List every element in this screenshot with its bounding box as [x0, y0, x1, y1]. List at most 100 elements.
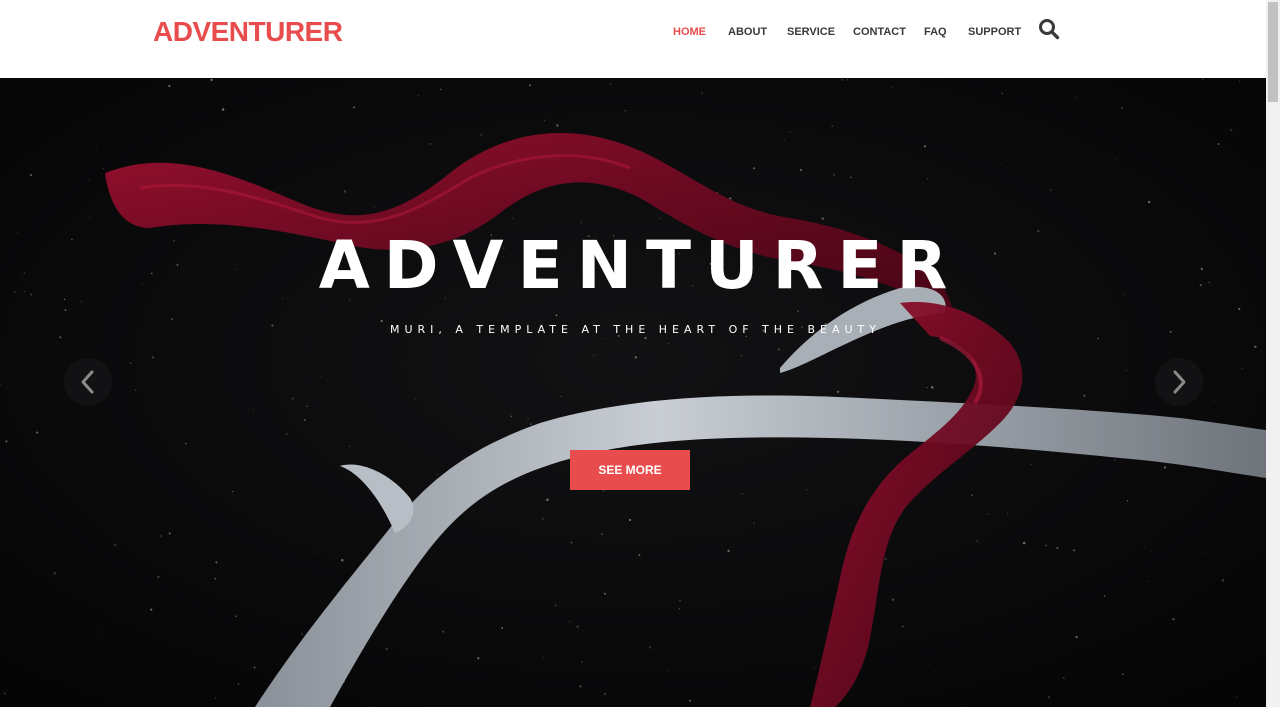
star-speck	[1146, 581, 1148, 583]
nav-item-contact[interactable]: CONTACT	[853, 24, 906, 40]
hero-background-image	[0, 78, 1266, 707]
nav-item-home[interactable]: HOME	[673, 24, 706, 40]
star-speck	[221, 108, 225, 111]
star-speck	[1217, 143, 1220, 145]
star-speck	[157, 575, 160, 579]
star-speck	[1125, 369, 1127, 372]
star-speck	[849, 176, 852, 179]
star-speck	[301, 633, 303, 635]
star-speck	[541, 517, 544, 520]
star-speck	[1126, 499, 1129, 502]
star-speck	[1121, 106, 1123, 109]
star-speck	[501, 626, 504, 630]
nav-item-support[interactable]: SUPPORT	[968, 24, 1021, 40]
search-button[interactable]	[1038, 18, 1060, 40]
star-speck	[184, 442, 187, 445]
star-speck	[701, 92, 703, 94]
star-speck	[987, 513, 989, 515]
star-speck	[678, 599, 682, 602]
star-speck	[570, 542, 573, 544]
star-speck	[560, 396, 562, 397]
star-speck	[604, 338, 606, 340]
star-speck	[752, 522, 755, 525]
star-speck	[689, 699, 692, 702]
star-speck	[528, 84, 531, 87]
star-speck	[797, 310, 799, 312]
star-speck	[214, 697, 217, 699]
star-speck	[373, 206, 375, 208]
star-speck	[1083, 394, 1086, 397]
star-speck	[634, 356, 637, 359]
nav-item-faq[interactable]: FAQ	[924, 24, 947, 40]
star-speck	[1229, 129, 1233, 132]
star-speck	[668, 670, 670, 672]
star-speck	[648, 645, 652, 649]
star-speck	[235, 615, 238, 618]
star-speck	[97, 631, 99, 633]
star-speck	[150, 608, 153, 611]
star-speck	[1056, 546, 1059, 550]
chevron-left-icon	[81, 370, 94, 394]
star-speck	[604, 592, 606, 595]
star-speck	[510, 415, 512, 418]
star-speck	[1236, 696, 1238, 698]
star-speck	[210, 78, 213, 82]
star-speck	[624, 110, 627, 112]
star-speck	[1233, 189, 1235, 191]
star-speck	[1114, 459, 1116, 461]
site-header: ADVENTURER HOME ABOUT SERVICE CONTACT FA…	[0, 0, 1266, 78]
star-speck	[253, 666, 256, 669]
star-speck	[602, 489, 605, 492]
star-speck	[1172, 618, 1175, 621]
slider-prev-button[interactable]	[64, 358, 112, 406]
star-speck	[320, 375, 322, 377]
site-logo[interactable]: ADVENTURER	[153, 14, 343, 50]
star-speck	[286, 432, 288, 435]
star-speck	[134, 389, 137, 391]
see-more-button[interactable]: SEE MORE	[570, 450, 690, 490]
star-speck	[151, 356, 155, 359]
star-speck	[753, 167, 756, 170]
scrollbar-thumb[interactable]	[1268, 2, 1278, 102]
star-speck	[976, 540, 979, 543]
star-speck	[349, 445, 351, 447]
star-speck	[772, 319, 773, 321]
star-speck	[609, 83, 611, 85]
star-speck	[232, 490, 234, 493]
star-speck	[159, 535, 163, 538]
nav-item-about[interactable]: ABOUT	[728, 24, 767, 40]
star-speck	[442, 630, 445, 633]
star-speck	[554, 604, 557, 607]
star-speck	[1147, 200, 1151, 204]
star-speck	[1075, 97, 1077, 99]
star-speck	[1225, 639, 1227, 641]
star-speck	[1044, 544, 1047, 547]
star-speck	[88, 179, 90, 181]
star-speck	[783, 167, 785, 169]
star-speck	[214, 577, 217, 580]
star-speck	[341, 559, 344, 562]
star-speck	[846, 79, 848, 81]
page-scrollbar[interactable]	[1266, 0, 1280, 707]
star-speck	[783, 140, 785, 141]
star-speck	[1114, 158, 1116, 160]
star-speck	[799, 168, 803, 172]
star-speck	[511, 217, 514, 220]
star-speck	[638, 554, 641, 557]
star-speck	[546, 498, 549, 502]
star-speck	[1241, 368, 1243, 370]
star-speck	[5, 440, 8, 443]
star-speck	[1073, 549, 1075, 552]
star-speck	[1051, 455, 1053, 457]
star-speck	[1000, 163, 1002, 165]
star-speck	[418, 94, 419, 96]
star-speck	[581, 660, 583, 663]
slider-next-button[interactable]	[1155, 358, 1203, 406]
star-speck	[129, 362, 132, 365]
nav-item-service[interactable]: SERVICE	[787, 24, 835, 40]
star-speck	[440, 88, 442, 91]
star-speck	[429, 142, 432, 145]
star-speck	[931, 386, 934, 389]
star-speck	[1254, 345, 1257, 348]
star-speck	[215, 561, 218, 564]
